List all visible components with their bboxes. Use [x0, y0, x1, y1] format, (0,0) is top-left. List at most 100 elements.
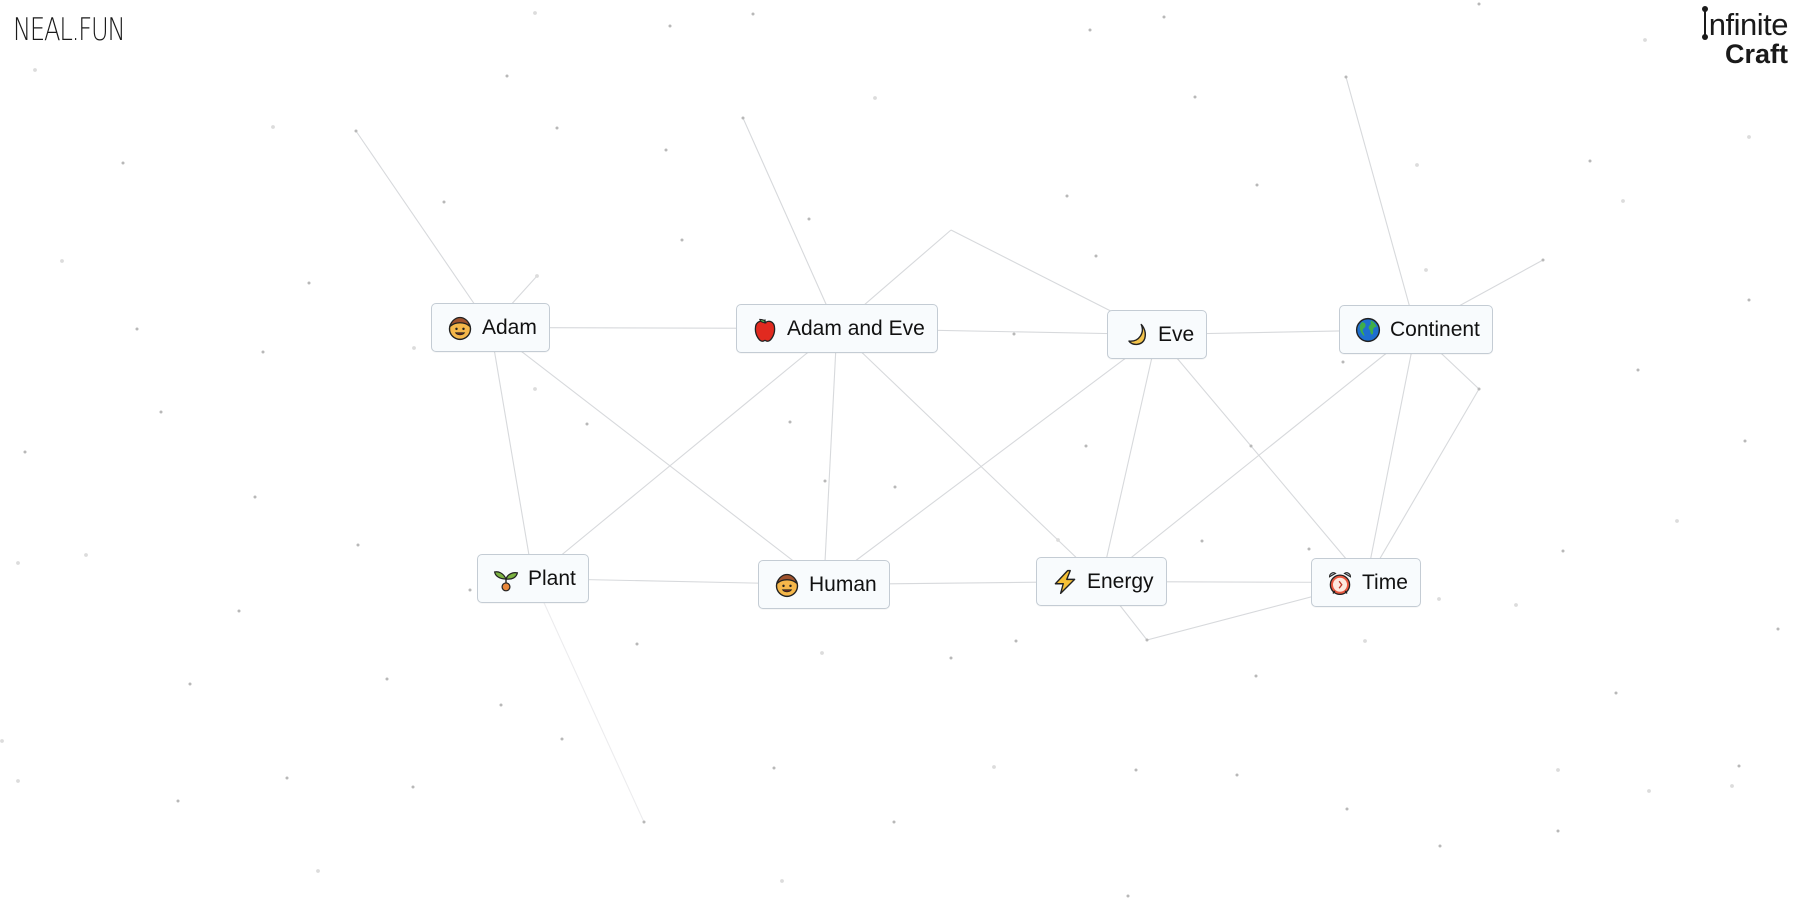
- particle-dot: [772, 766, 776, 770]
- connection-line: [742, 117, 838, 329]
- particle-dot: [1056, 538, 1060, 542]
- particle-dot: [1145, 638, 1149, 642]
- particle-dot: [505, 74, 509, 78]
- particle-dot: [1730, 784, 1734, 788]
- particle-dot: [1614, 691, 1618, 695]
- logo-craft-text: Craft: [1724, 39, 1788, 69]
- particle-dot: [16, 561, 20, 565]
- particle-dot: [1747, 135, 1751, 139]
- particle-dot: [741, 116, 745, 120]
- particle-dot: [1249, 444, 1253, 448]
- particle-dot: [1200, 539, 1204, 543]
- item-label: Adam: [482, 315, 537, 339]
- connection-line: [1345, 76, 1417, 330]
- particle-dot: [949, 656, 953, 660]
- particle-dot: [1344, 75, 1348, 79]
- connection-line: [532, 328, 838, 579]
- particle-dot: [780, 879, 784, 883]
- particle-dot: [1621, 199, 1625, 203]
- globe-americas-icon: [1354, 316, 1382, 344]
- particle-dot: [354, 129, 358, 133]
- red-apple-icon: [751, 315, 779, 343]
- item-energy[interactable]: Energy: [1036, 557, 1167, 606]
- particle-dot: [442, 200, 446, 204]
- particle-dot: [807, 217, 811, 221]
- particle-dot: [1747, 298, 1751, 302]
- logo-infinite: nfinite: [1701, 6, 1789, 42]
- particle-dot: [1014, 639, 1018, 643]
- particle-dot: [1162, 15, 1166, 19]
- particle-dot: [1541, 258, 1545, 262]
- connection-line: [823, 328, 838, 585]
- particle-dot: [1415, 163, 1419, 167]
- connection-line: [1365, 388, 1480, 583]
- text-cursor-icon: [1701, 6, 1708, 40]
- particle-dot: [680, 238, 684, 242]
- connection-line: [1100, 329, 1417, 582]
- connection-line: [532, 578, 645, 823]
- particle-dot: [892, 820, 896, 824]
- particle-dot: [1643, 38, 1647, 42]
- particle-dot: [135, 327, 139, 331]
- particle-dot: [307, 281, 311, 285]
- man-face-icon: [773, 571, 801, 599]
- lightning-bolt-icon: [1051, 568, 1079, 596]
- item-label: Plant: [528, 566, 576, 590]
- particle-dot: [823, 479, 827, 483]
- particle-dot: [1193, 95, 1197, 99]
- particle-dot: [188, 682, 192, 686]
- seedling-icon: [492, 565, 520, 593]
- particle-dot: [664, 148, 668, 152]
- particle-dot: [0, 739, 4, 743]
- particle-dot: [84, 553, 88, 557]
- particle-dot: [411, 785, 415, 789]
- alarm-clock-icon: [1326, 569, 1354, 597]
- man-face-icon: [446, 314, 474, 342]
- item-eve[interactable]: Eve: [1107, 310, 1208, 359]
- item-time[interactable]: Time: [1311, 558, 1421, 607]
- item-label: Eve: [1158, 322, 1195, 346]
- particle-dot: [1556, 829, 1560, 833]
- item-adam-and-eve[interactable]: Adam and Eve: [736, 304, 938, 353]
- particle-dot: [316, 869, 320, 873]
- logo-infinite-text: nfinite: [1708, 7, 1789, 42]
- particle-dot: [1235, 773, 1239, 777]
- connection-line: [1100, 334, 1158, 582]
- item-human[interactable]: Human: [758, 560, 890, 609]
- particle-dot: [285, 776, 289, 780]
- neal-fun-logo[interactable]: NEAL.FUN: [13, 12, 126, 48]
- particle-dot: [1363, 639, 1367, 643]
- connection-lines: [355, 76, 1544, 823]
- particle-dot: [23, 450, 27, 454]
- crafting-canvas[interactable]: [0, 0, 1800, 900]
- particle-dot: [668, 24, 672, 28]
- item-label: Continent: [1390, 317, 1480, 341]
- item-continent[interactable]: Continent: [1339, 305, 1493, 354]
- particle-dot: [555, 126, 559, 130]
- particle-dot: [788, 420, 792, 424]
- particle-dot: [1675, 519, 1679, 523]
- connection-line: [836, 328, 1102, 582]
- particle-dot: [33, 68, 37, 72]
- connection-line: [1365, 329, 1417, 583]
- particle-dot: [261, 350, 265, 354]
- particle-dot: [1084, 444, 1088, 448]
- particle-dot: [1743, 439, 1747, 443]
- infinite-craft-logo: nfinite Craft: [1701, 6, 1789, 69]
- particle-dot: [1254, 674, 1258, 678]
- connection-line: [489, 327, 534, 579]
- particle-dot: [356, 543, 360, 547]
- item-adam[interactable]: Adam: [431, 303, 550, 352]
- connection-line: [823, 334, 1158, 585]
- particle-dot: [1307, 547, 1311, 551]
- particle-dot: [1065, 194, 1069, 198]
- particle-dot: [1776, 627, 1780, 631]
- item-label: Human: [809, 572, 877, 596]
- item-plant[interactable]: Plant: [477, 554, 589, 603]
- particle-dot: [1514, 603, 1518, 607]
- particle-dot: [412, 346, 416, 350]
- particle-dot: [1088, 28, 1092, 32]
- particle-dot: [873, 96, 877, 100]
- particle-dot: [893, 485, 897, 489]
- crescent-moon-icon: [1122, 321, 1150, 349]
